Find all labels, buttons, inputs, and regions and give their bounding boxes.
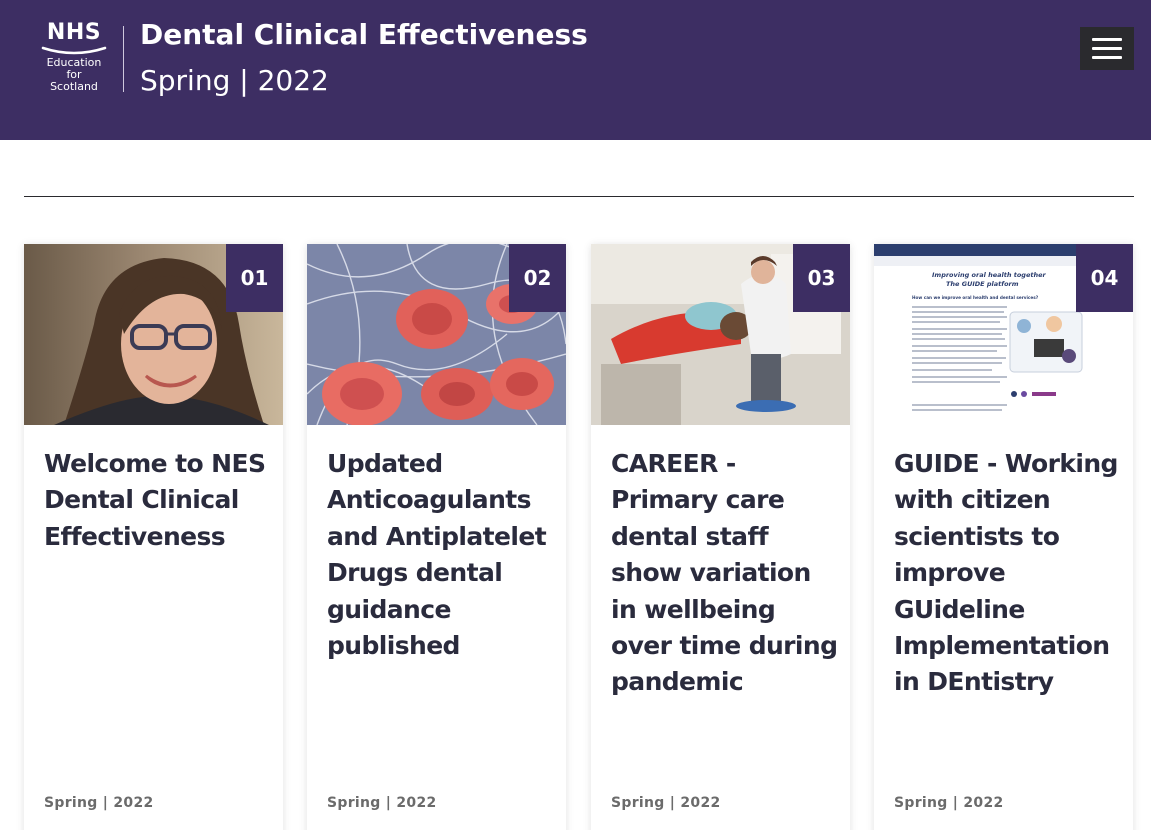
site-edition: Spring | 2022	[140, 64, 329, 97]
card-number: 02	[509, 244, 566, 312]
screenshot-question: How can we improve oral health and denta…	[912, 295, 1039, 300]
logo-line-scotland: Scotland	[50, 80, 98, 93]
screenshot-heading-line2: The GUIDE platform	[946, 280, 1019, 288]
article-card-01[interactable]: 01 Welcome to NES Dental Clinical Effect…	[24, 244, 283, 830]
hamburger-menu-icon	[1092, 56, 1122, 59]
menu-button[interactable]	[1080, 27, 1134, 70]
card-title[interactable]: Welcome to NES Dental Clinical Effective…	[44, 446, 274, 555]
card-title[interactable]: GUIDE - Working with citizen scientists …	[894, 446, 1124, 701]
nhs-education-scotland-logo[interactable]: NHS Education for Scotland	[38, 22, 110, 94]
screenshot-heading-line1: Improving oral health together	[932, 271, 1046, 279]
card-number: 04	[1076, 244, 1133, 312]
card-number: 03	[793, 244, 850, 312]
card-edition: Spring | 2022	[327, 795, 437, 811]
card-title[interactable]: Updated Anticoagulants and Antiplatelet …	[327, 446, 557, 664]
card-title[interactable]: CAREER - Primary care dental staff show …	[611, 446, 841, 701]
site-title[interactable]: Dental Clinical Effectiveness	[140, 18, 588, 52]
card-edition: Spring | 2022	[894, 795, 1004, 811]
card-edition: Spring | 2022	[611, 795, 721, 811]
logo-divider	[123, 26, 124, 92]
section-divider	[24, 196, 1134, 197]
site-header: NHS Education for Scotland Dental Clinic…	[0, 0, 1151, 140]
logo-swoosh-icon	[41, 46, 107, 55]
logo-nhs-text: NHS	[46, 20, 102, 45]
card-edition: Spring | 2022	[44, 795, 154, 811]
article-card-03[interactable]: 03 CAREER - Primary care dental staff sh…	[591, 244, 850, 830]
card-number: 01	[226, 244, 283, 312]
hamburger-menu-icon	[1092, 47, 1122, 50]
article-card-02[interactable]: 02 Updated Anticoagulants and Antiplatel…	[307, 244, 566, 830]
hamburger-menu-icon	[1092, 38, 1122, 41]
article-card-04[interactable]: Improving oral health together The GUIDE…	[874, 244, 1133, 830]
